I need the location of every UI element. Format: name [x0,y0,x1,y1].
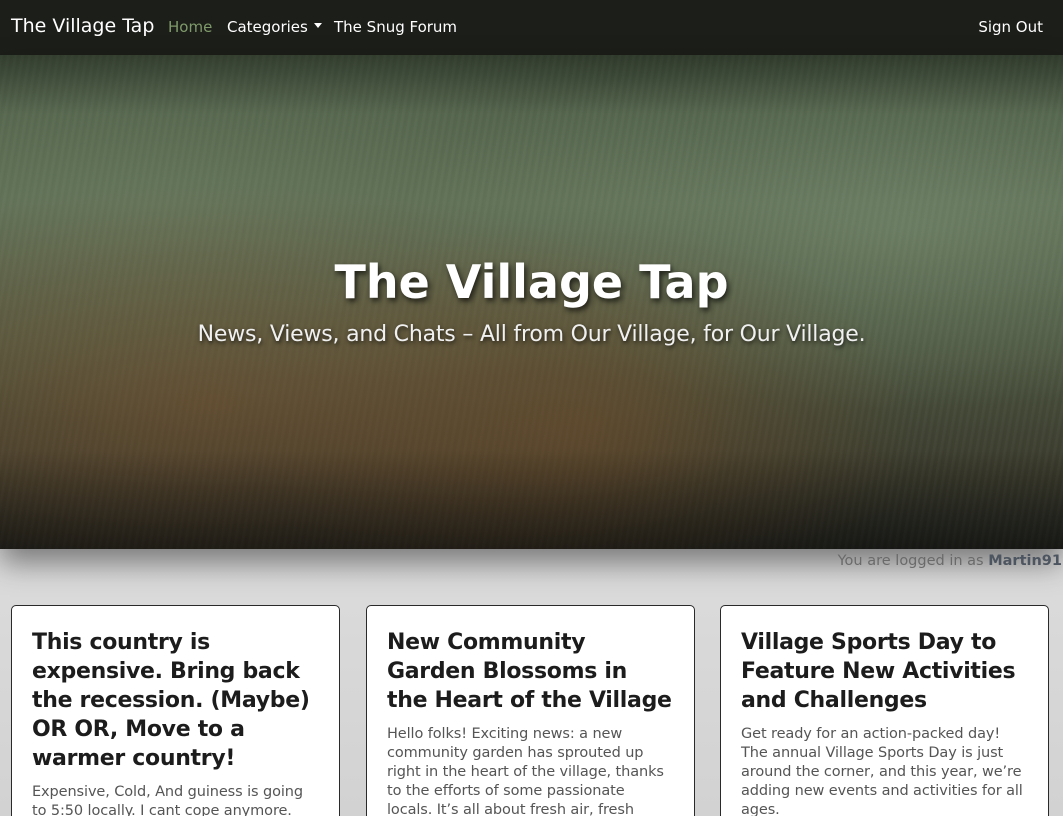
hero-subtitle: News, Views, and Chats – All from Our Vi… [197,322,866,347]
post-title[interactable]: Village Sports Day to Feature New Activi… [741,628,1028,715]
post-excerpt: Get ready for an action-packed day! The … [741,726,1023,816]
nav-categories-dropdown[interactable]: Categories [227,18,322,36]
nav-categories-label: Categories [227,18,308,36]
login-status-prefix: You are logged in as [837,553,989,569]
post-card[interactable]: New Community Garden Blossoms in the Hea… [366,605,695,816]
post-title[interactable]: This country is expensive. Bring back th… [32,628,319,773]
brand-link[interactable]: The Village Tap [11,15,154,37]
post-excerpt: Hello folks! Exciting news: a new commun… [387,726,664,816]
caret-down-icon [313,23,322,28]
nav-snug-forum-link[interactable]: The Snug Forum [334,18,457,36]
hero-banner: The Village Tap News, Views, and Chats –… [0,55,1063,549]
top-navbar: The Village Tap Home Categories The Snug… [0,0,1063,55]
post-title[interactable]: New Community Garden Blossoms in the Hea… [387,628,674,715]
hero-title: The Village Tap [334,255,729,309]
post-card[interactable]: This country is expensive. Bring back th… [11,605,340,816]
nav-home-link[interactable]: Home [168,18,212,36]
post-excerpt: Expensive, Cold, And guiness is going to… [32,784,303,816]
post-card[interactable]: Village Sports Day to Feature New Activi… [720,605,1049,816]
login-status: You are logged in as Martin91 [838,553,1062,569]
login-username: Martin91 [988,553,1062,569]
sign-out-link[interactable]: Sign Out [978,18,1043,36]
